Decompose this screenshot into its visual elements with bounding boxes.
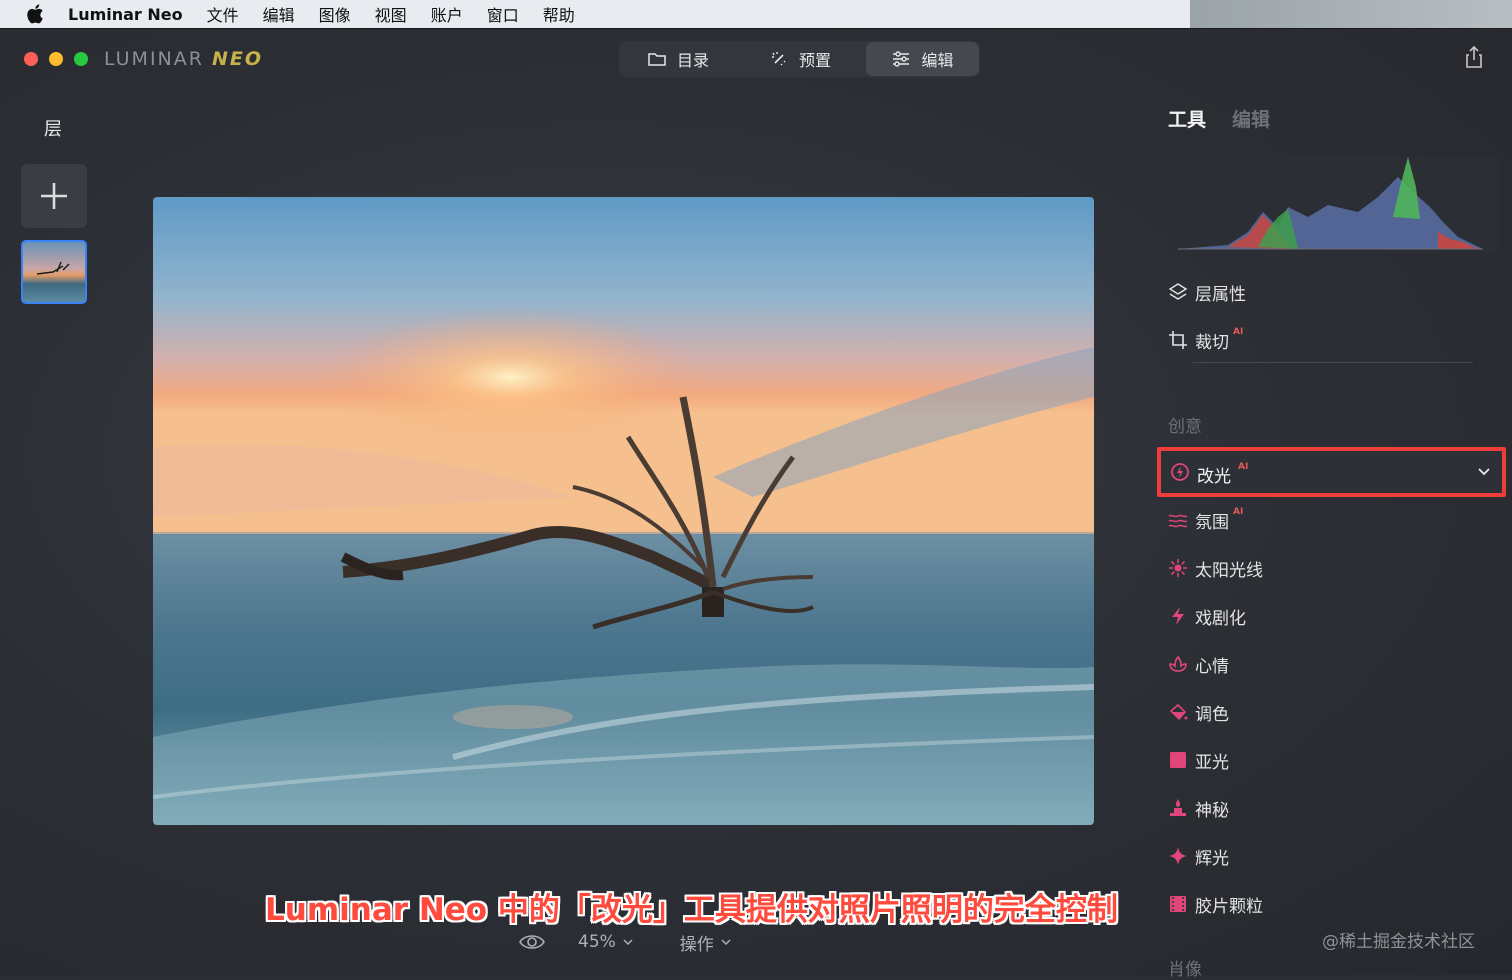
ai-badge: AI: [1238, 462, 1249, 472]
magic-wand-icon: [771, 52, 786, 66]
tool-relight-label: 改光: [1197, 467, 1231, 487]
menu-edit[interactable]: 编辑: [263, 2, 295, 26]
tab-edit[interactable]: 编辑: [866, 42, 979, 76]
app-logo: LUMINAR NEO: [104, 48, 263, 70]
scrolled-item-fragment: [1168, 365, 1230, 371]
sunrays-icon: [1168, 558, 1188, 578]
layer-thumbnail[interactable]: [21, 240, 87, 304]
tool-sunrays-label: 太阳光线: [1195, 560, 1263, 581]
tool-sunrays[interactable]: 太阳光线: [1168, 553, 1263, 583]
tool-relight[interactable]: 改光 AI: [1157, 447, 1506, 497]
panel-tabs: 工具 编辑: [1168, 105, 1270, 132]
tool-film-grain[interactable]: 胶片颗粒: [1168, 889, 1263, 919]
plus-icon: [41, 183, 67, 209]
menu-window[interactable]: 窗口: [487, 2, 519, 26]
folder-icon: [648, 53, 666, 66]
eye-icon[interactable]: [518, 932, 546, 952]
menu-app-name[interactable]: Luminar Neo: [68, 5, 183, 24]
chevron-down-icon[interactable]: [1477, 466, 1491, 478]
chevron-down-icon: [623, 939, 633, 946]
zoom-value: 45%: [578, 932, 616, 952]
tool-glow[interactable]: 辉光: [1168, 841, 1229, 871]
main-photo-canvas[interactable]: [153, 197, 1094, 825]
ai-badge: AI: [1233, 327, 1244, 337]
actions-label: 操作: [679, 934, 714, 955]
menu-view[interactable]: 视图: [375, 2, 407, 26]
ai-badge: AI: [1233, 507, 1244, 517]
mode-switcher: 目录 预置 编辑: [619, 41, 980, 77]
menu-help[interactable]: 帮助: [543, 2, 575, 26]
histogram-graph: [1178, 157, 1483, 250]
bottom-toolbar: 45% 操作: [518, 927, 732, 957]
zoom-window-button[interactable]: [74, 52, 88, 66]
tab-presets[interactable]: 预置: [737, 42, 863, 76]
tab-edit-label: 编辑: [921, 51, 954, 70]
logo-text-luminar: LUMINAR: [104, 48, 204, 70]
matte-icon: [1168, 750, 1188, 770]
actions-dropdown[interactable]: 操作: [680, 930, 732, 955]
tool-film-grain-label: 胶片颗粒: [1195, 896, 1263, 917]
tool-atmosphere[interactable]: 氛围 AI: [1168, 505, 1243, 535]
minimize-window-button[interactable]: [49, 52, 63, 66]
layers-icon: [1168, 282, 1188, 302]
chevron-down-icon: [721, 939, 731, 946]
watermark-text: @稀土掘金技术社区: [1322, 932, 1475, 952]
mood-icon: [1168, 654, 1188, 674]
histogram: [1168, 157, 1499, 253]
tool-toning[interactable]: 调色: [1168, 697, 1229, 727]
tool-mood-label: 心情: [1195, 656, 1229, 677]
desktop-background: [1190, 0, 1512, 28]
tool-crop[interactable]: 裁切 AI: [1168, 325, 1243, 355]
tool-matte-label: 亚光: [1195, 752, 1229, 773]
layers-title: 层: [44, 119, 62, 140]
tool-toning-label: 调色: [1195, 704, 1229, 725]
add-layer-button[interactable]: [21, 164, 87, 228]
tool-matte[interactable]: 亚光: [1168, 745, 1229, 775]
tab-edits[interactable]: 编辑: [1232, 105, 1270, 132]
app-window: LUMINAR NEO 目录 预置 编辑 层 Luminar Neo 中的「改光…: [0, 28, 1512, 980]
tab-tools[interactable]: 工具: [1168, 105, 1206, 132]
mystical-icon: [1168, 798, 1188, 818]
tab-presets-label: 预置: [798, 51, 831, 70]
section-portrait: 肖像: [1168, 960, 1202, 980]
tab-catalog[interactable]: 目录: [619, 42, 737, 76]
tool-crop-label: 裁切: [1195, 332, 1229, 353]
menu-file[interactable]: 文件: [207, 2, 239, 26]
dramatic-icon: [1168, 606, 1188, 626]
layer-thumbnail-image: [36, 261, 70, 275]
tool-glow-label: 辉光: [1195, 848, 1229, 869]
glow-icon: [1168, 846, 1188, 866]
tool-layer-properties-label: 层属性: [1195, 284, 1246, 305]
zoom-dropdown[interactable]: 45%: [578, 932, 634, 952]
tool-mystical-label: 神秘: [1195, 800, 1229, 821]
photo-image: [153, 197, 1094, 825]
section-creative: 创意: [1168, 417, 1202, 437]
atmosphere-icon: [1168, 510, 1188, 530]
toning-icon: [1168, 702, 1188, 722]
divider: [1193, 362, 1473, 363]
share-icon[interactable]: [1464, 45, 1484, 69]
sliders-icon: [893, 51, 910, 67]
tool-dramatic[interactable]: 戏剧化: [1168, 601, 1246, 631]
close-window-button[interactable]: [24, 52, 38, 66]
apple-logo-icon[interactable]: [26, 4, 44, 24]
tool-mood[interactable]: 心情: [1168, 649, 1229, 679]
tool-mystical[interactable]: 神秘: [1168, 793, 1229, 823]
film-grain-icon: [1168, 894, 1188, 914]
relight-icon: [1171, 463, 1189, 481]
menu-image[interactable]: 图像: [319, 2, 351, 26]
tool-dramatic-label: 戏剧化: [1195, 608, 1246, 629]
crop-icon: [1168, 330, 1188, 350]
menu-bar: Luminar Neo 文件 编辑 图像 视图 账户 窗口 帮助: [0, 0, 1190, 28]
menu-account[interactable]: 账户: [431, 2, 463, 26]
tab-catalog-label: 目录: [676, 51, 709, 70]
tool-atmosphere-label: 氛围: [1195, 512, 1229, 533]
tool-layer-properties[interactable]: 层属性: [1168, 277, 1246, 307]
logo-text-neo: NEO: [212, 48, 264, 70]
tutorial-caption: Luminar Neo 中的「改光」工具提供对照片照明的完全控制: [265, 892, 1118, 928]
